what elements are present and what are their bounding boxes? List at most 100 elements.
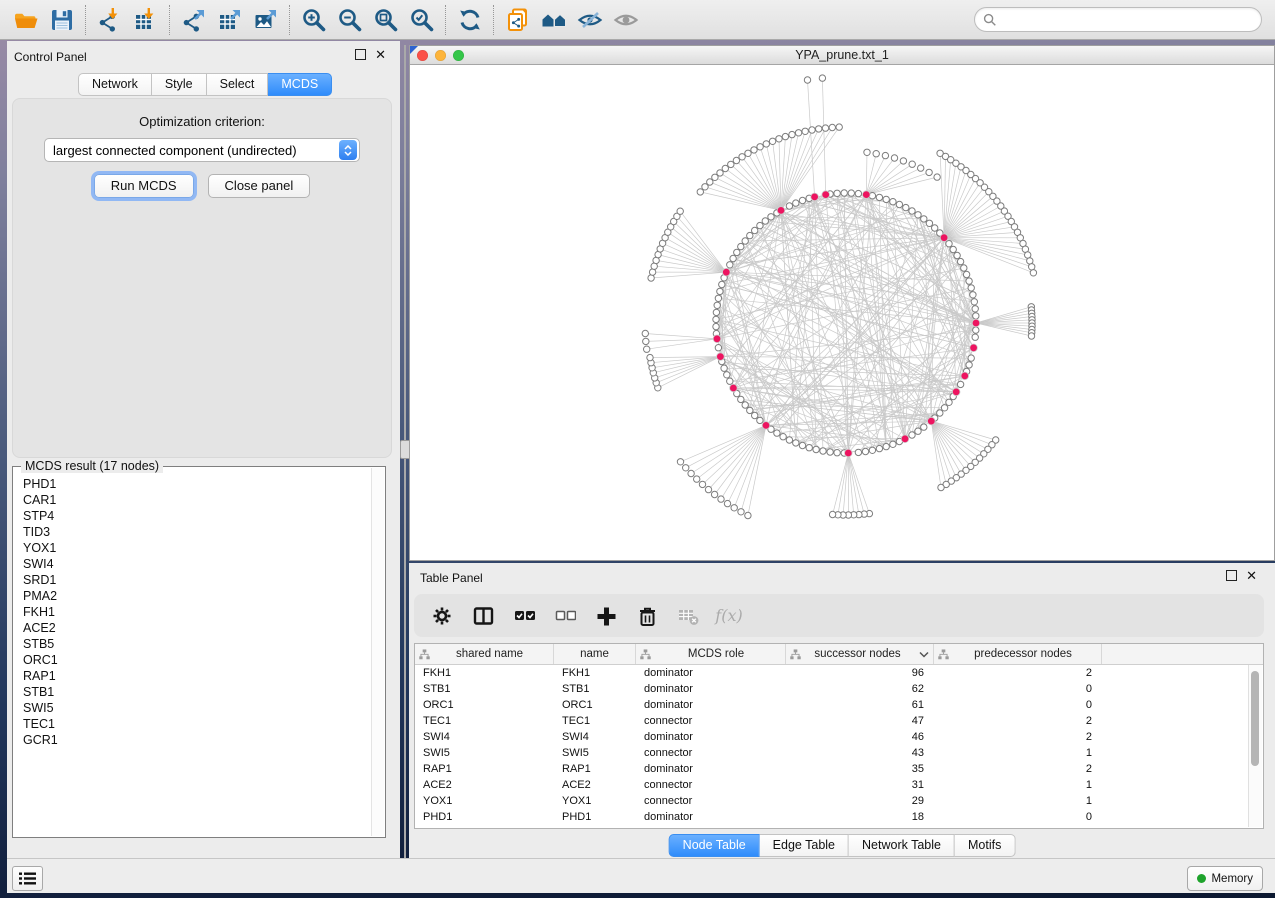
duplicate-network-icon	[505, 7, 531, 33]
mcds-result-item[interactable]: FKH1	[23, 604, 375, 620]
table-row[interactable]: ACE2ACE2connector311	[415, 777, 1263, 793]
cell-successor-nodes: 96	[786, 667, 934, 679]
hierarchy-icon	[640, 649, 651, 660]
show-panels-button[interactable]	[12, 866, 43, 891]
network-canvas[interactable]	[410, 65, 1274, 560]
export-table-icon	[217, 7, 243, 33]
column-header-name[interactable]: name	[554, 644, 636, 664]
select-all-button[interactable]	[512, 604, 536, 628]
import-table-icon	[133, 7, 159, 33]
zoom-selected-button[interactable]	[404, 4, 440, 36]
tab-mcds[interactable]: MCDS	[268, 73, 332, 96]
zoom-in-button[interactable]	[296, 4, 332, 36]
cell-successor-nodes: 18	[786, 811, 934, 823]
save-session-icon	[49, 7, 75, 33]
window-focus-corner	[410, 46, 418, 54]
columns-button[interactable]	[471, 604, 495, 628]
cell-successor-nodes: 43	[786, 747, 934, 759]
columns-icon	[473, 606, 494, 626]
toolbar-separator	[493, 5, 495, 35]
close-panel-icon[interactable]: ✕	[375, 50, 386, 59]
mcds-result-item[interactable]: STP4	[23, 508, 375, 524]
table-scrollbar-thumb[interactable]	[1251, 671, 1259, 766]
show-all-button[interactable]	[608, 4, 644, 36]
search-input[interactable]	[1002, 12, 1236, 28]
tab-edge-table[interactable]: Edge Table	[760, 834, 849, 857]
export-image-button[interactable]	[248, 4, 284, 36]
tab-motifs[interactable]: Motifs	[955, 834, 1015, 857]
float-table-panel-icon[interactable]	[1226, 570, 1237, 581]
network-window-titlebar[interactable]: YPA_prune.txt_1	[410, 46, 1274, 65]
mcds-result-item[interactable]: PMA2	[23, 588, 375, 604]
add-icon	[596, 606, 617, 626]
import-network-button[interactable]	[92, 4, 128, 36]
import-table-button[interactable]	[128, 4, 164, 36]
tab-network[interactable]: Network	[78, 73, 152, 96]
mcds-result-item[interactable]: SRD1	[23, 572, 375, 588]
mcds-result-item[interactable]: ACE2	[23, 620, 375, 636]
close-panel-button[interactable]: Close panel	[208, 174, 311, 198]
zoom-fit-button[interactable]	[368, 4, 404, 36]
export-network-button[interactable]	[176, 4, 212, 36]
mcds-list-scrollbar[interactable]	[371, 468, 384, 836]
network-graph[interactable]	[410, 65, 1274, 560]
mcds-result-item[interactable]: SWI5	[23, 700, 375, 716]
column-header-shared-name[interactable]: shared name	[415, 644, 554, 664]
toolbar-separator	[169, 5, 171, 35]
tab-node-table[interactable]: Node Table	[669, 834, 760, 857]
table-row[interactable]: SWI5SWI5connector431	[415, 745, 1263, 761]
add-button[interactable]	[594, 604, 618, 628]
table-row[interactable]: YOX1YOX1connector291	[415, 793, 1263, 809]
delete-button[interactable]	[635, 604, 659, 628]
first-neighbors-button[interactable]	[536, 4, 572, 36]
table-panel-title: Table Panel	[420, 571, 483, 585]
memory-button[interactable]: Memory	[1187, 866, 1263, 891]
mcds-result-item[interactable]: TID3	[23, 524, 375, 540]
search-field[interactable]	[974, 7, 1262, 32]
deselect-all-button[interactable]	[553, 604, 577, 628]
mcds-result-item[interactable]: STB5	[23, 636, 375, 652]
refresh-icon	[457, 7, 483, 33]
hide-selected-button[interactable]	[572, 4, 608, 36]
table-row[interactable]: TEC1TEC1connector472	[415, 713, 1263, 729]
mcds-result-item[interactable]: GCR1	[23, 732, 375, 748]
mcds-result-item[interactable]: ORC1	[23, 652, 375, 668]
float-panel-icon[interactable]	[355, 49, 366, 60]
cell-name: YOX1	[554, 795, 636, 807]
run-mcds-button[interactable]: Run MCDS	[94, 174, 194, 198]
column-header-successor-nodes[interactable]: successor nodes	[786, 644, 934, 664]
tab-select[interactable]: Select	[207, 73, 269, 96]
export-table-button[interactable]	[212, 4, 248, 36]
zoom-fit-icon	[373, 7, 399, 33]
duplicate-network-button[interactable]	[500, 4, 536, 36]
close-table-panel-icon[interactable]: ✕	[1246, 571, 1257, 580]
mcds-result-item[interactable]: STB1	[23, 684, 375, 700]
save-session-button[interactable]	[44, 4, 80, 36]
settings-gear-button[interactable]	[430, 604, 454, 628]
table-row[interactable]: PHD1PHD1dominator180	[415, 809, 1263, 825]
mcds-result-item[interactable]: TEC1	[23, 716, 375, 732]
open-file-button[interactable]	[8, 4, 44, 36]
column-header-predecessor-nodes[interactable]: predecessor nodes	[934, 644, 1102, 664]
cell-successor-nodes: 35	[786, 763, 934, 775]
table-row[interactable]: RAP1RAP1dominator352	[415, 761, 1263, 777]
cell-shared-name: ACE2	[415, 779, 554, 791]
tab-network-table[interactable]: Network Table	[849, 834, 955, 857]
mcds-result-item[interactable]: PHD1	[23, 476, 375, 492]
mcds-result-item[interactable]: CAR1	[23, 492, 375, 508]
zoom-out-button[interactable]	[332, 4, 368, 36]
table-row[interactable]: ORC1ORC1dominator610	[415, 697, 1263, 713]
mcds-result-item[interactable]: SWI4	[23, 556, 375, 572]
table-row[interactable]: SWI4SWI4dominator462	[415, 729, 1263, 745]
table-row[interactable]: FKH1FKH1dominator962	[415, 665, 1263, 681]
mcds-result-item[interactable]: YOX1	[23, 540, 375, 556]
delete-table-icon	[678, 606, 699, 626]
cell-MCDS-role: connector	[636, 747, 786, 759]
table-row[interactable]: STB1STB1dominator620	[415, 681, 1263, 697]
refresh-button[interactable]	[452, 4, 488, 36]
criterion-select[interactable]: largest connected component (undirected)	[44, 138, 360, 162]
table-scrollbar[interactable]	[1248, 665, 1262, 827]
column-header-MCDS-role[interactable]: MCDS role	[636, 644, 786, 664]
tab-style[interactable]: Style	[152, 73, 207, 96]
mcds-result-item[interactable]: RAP1	[23, 668, 375, 684]
